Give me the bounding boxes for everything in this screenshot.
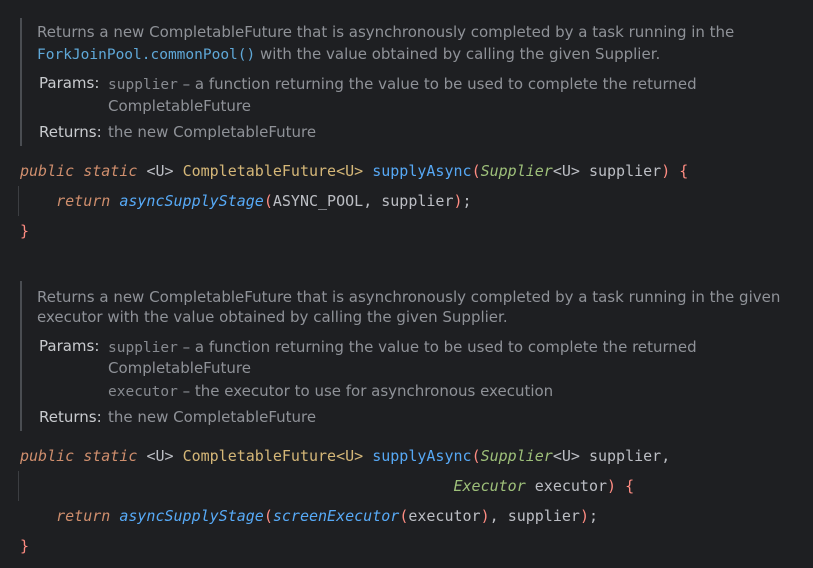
indent-guide	[18, 186, 19, 216]
param-name: executor	[108, 384, 178, 400]
param-description-cont: CompletableFuture	[108, 97, 251, 115]
doc-description-line: executor with the value obtained by call…	[37, 308, 508, 326]
method-name: supplyAsync	[372, 162, 472, 180]
method-signature-1[interactable]: public static <U> CompletableFuture<U> s…	[20, 161, 688, 181]
param-description: supplier – a function returning the valu…	[108, 75, 697, 93]
doc-description-line: ForkJoinPool.commonPool() with the value…	[37, 45, 661, 63]
closing-brace-2: }	[20, 537, 30, 555]
method-signature-2-cont[interactable]: Executor executor) {	[20, 476, 634, 496]
returns-label: Returns:	[39, 123, 102, 141]
param-description: executor – the executor to use for async…	[108, 382, 554, 400]
code-editor[interactable]: Returns a new CompletableFuture that is …	[0, 0, 813, 568]
params-label: Params:	[39, 337, 100, 355]
params-label: Params:	[39, 74, 100, 92]
param-name: supplier	[108, 340, 178, 356]
returns-label: Returns:	[39, 408, 102, 426]
indent-guide	[18, 471, 19, 501]
method-name: supplyAsync	[372, 447, 472, 465]
javadoc-block-1: Returns a new CompletableFuture that is …	[20, 18, 813, 146]
closing-brace-1: }	[20, 222, 30, 240]
method-signature-2[interactable]: public static <U> CompletableFuture<U> s…	[20, 446, 670, 466]
param-name: supplier	[108, 77, 178, 93]
returns-description: the new CompletableFuture	[108, 123, 317, 141]
javadoc-block-2: Returns a new CompletableFuture that is …	[20, 281, 813, 431]
method-body-line-1[interactable]: return asyncSupplyStage(ASYNC_POOL, supp…	[20, 191, 471, 211]
doc-link[interactable]: ForkJoinPool.commonPool()	[37, 47, 255, 63]
param-description-cont: CompletableFuture	[108, 359, 251, 377]
doc-description-line: Returns a new CompletableFuture that is …	[37, 288, 781, 306]
doc-description-line: Returns a new CompletableFuture that is …	[37, 23, 735, 41]
returns-description: the new CompletableFuture	[108, 408, 317, 426]
param-description: supplier – a function returning the valu…	[108, 338, 697, 356]
method-body-line-2[interactable]: return asyncSupplyStage(screenExecutor(e…	[20, 506, 598, 526]
